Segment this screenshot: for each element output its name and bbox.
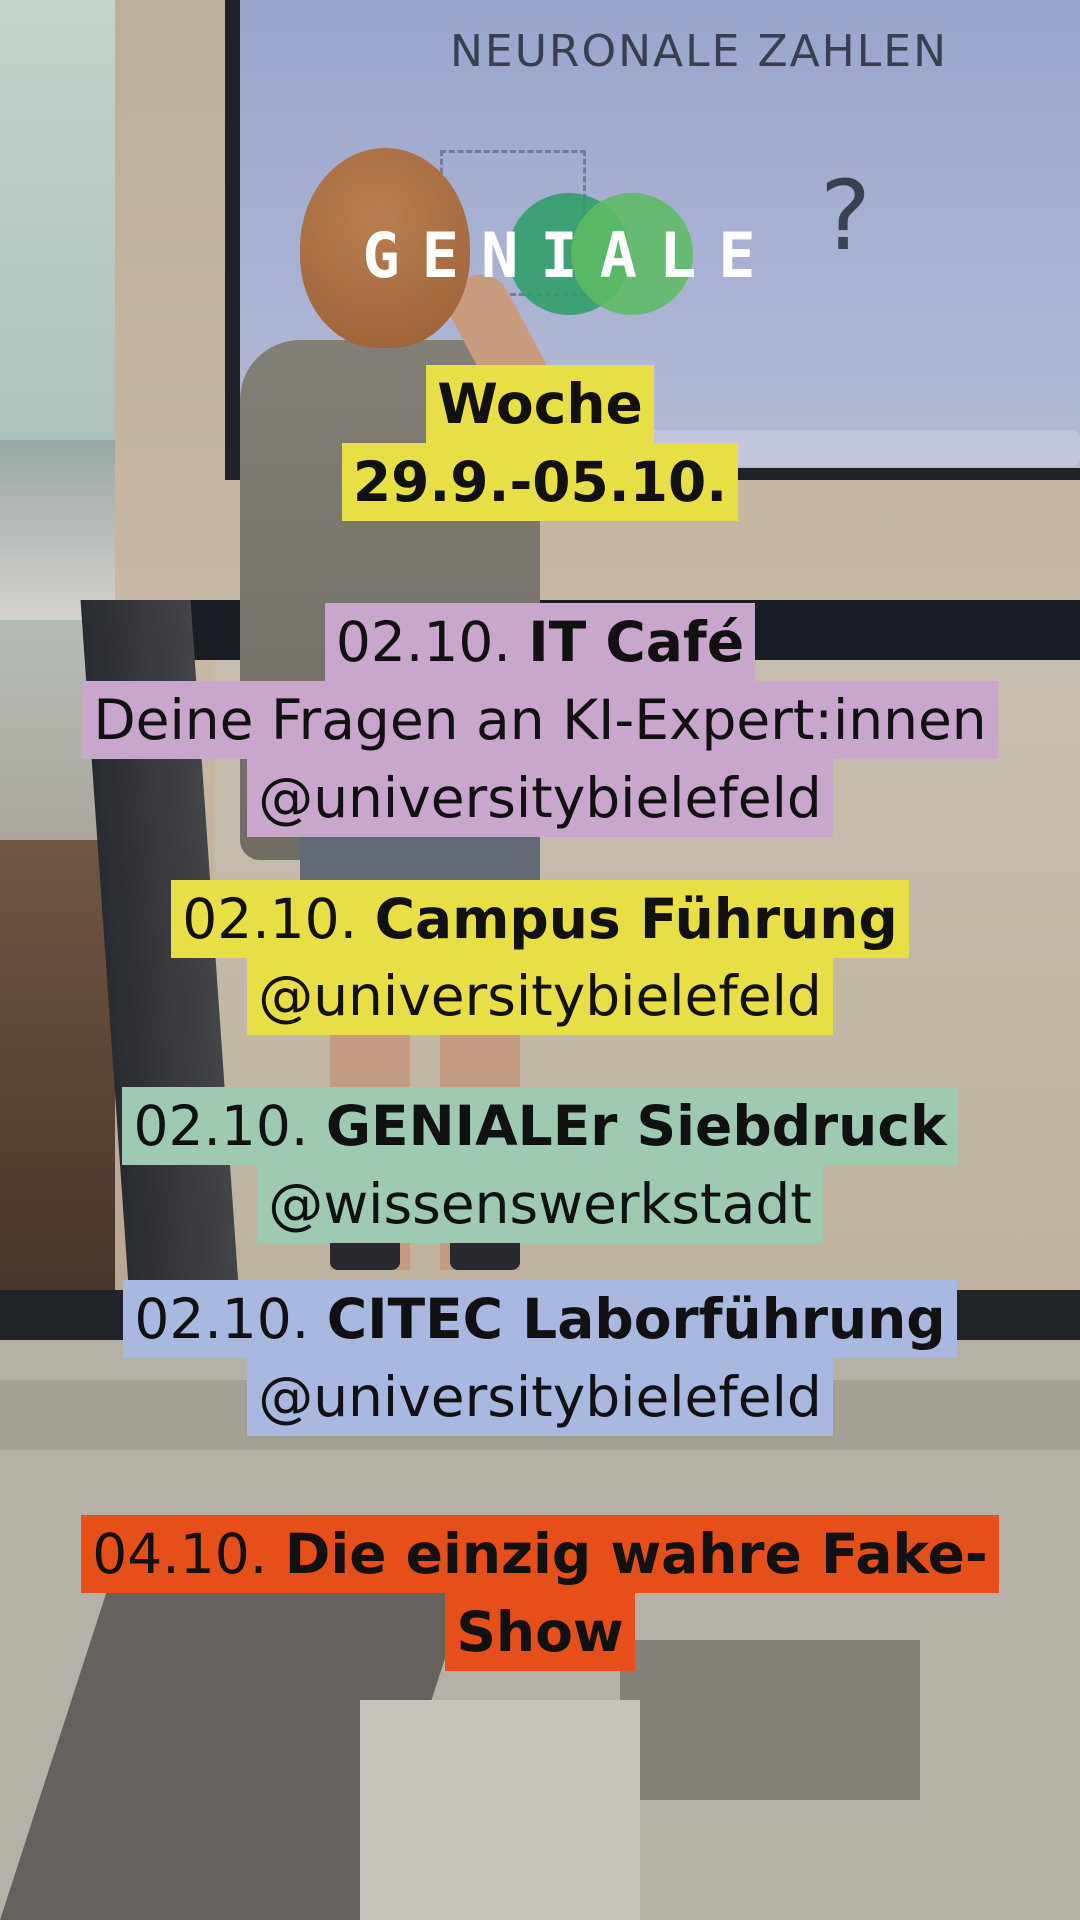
- event-4-heading: 02.10. CITEC Laborführung: [0, 1280, 1080, 1358]
- event-4-title-badge: 02.10. CITEC Laborführung: [123, 1280, 957, 1358]
- event-handle: @universitybielefeld: [247, 759, 833, 837]
- event-subtitle: Deine Fragen an KI-Expert:innen: [82, 681, 998, 759]
- event-date: 02.10.: [335, 610, 511, 674]
- event-title: Campus Führung: [374, 887, 898, 951]
- event-handle: @wissenswerkstadt: [257, 1165, 823, 1243]
- event-1-handle-line: @universitybielefeld: [0, 759, 1080, 837]
- week-label-line: Woche: [0, 365, 1080, 443]
- event-2-heading: 02.10. Campus Führung: [0, 880, 1080, 958]
- event-title: CITEC Laborführung: [326, 1287, 946, 1351]
- event-title-continued: Show: [445, 1593, 635, 1671]
- event-2-title-badge: 02.10. Campus Führung: [171, 880, 909, 958]
- event-5-heading: 04.10. Die einzig wahre Fake-: [0, 1515, 1080, 1593]
- event-title: Die einzig wahre Fake-: [284, 1522, 988, 1586]
- event-3-heading: 02.10. GENIALEr Siebdruck: [0, 1087, 1080, 1165]
- event-1-subtitle-line: Deine Fragen an KI-Expert:innen: [0, 681, 1080, 759]
- event-5-title-badge: 04.10. Die einzig wahre Fake-: [81, 1515, 999, 1593]
- event-2-handle-line: @universitybielefeld: [0, 957, 1080, 1035]
- week-range-line: 29.9.-05.10.: [0, 443, 1080, 521]
- event-5-title-line2: Show: [0, 1593, 1080, 1671]
- event-date: 02.10.: [182, 887, 358, 951]
- event-title: IT Café: [528, 610, 745, 674]
- event-handle: @universitybielefeld: [247, 1358, 833, 1436]
- event-4-handle-line: @universitybielefeld: [0, 1358, 1080, 1436]
- event-3-title-badge: 02.10. GENIALEr Siebdruck: [122, 1087, 958, 1165]
- week-label: Woche: [426, 365, 654, 443]
- logo-wordmark: GENIALE: [362, 219, 778, 292]
- event-date: 02.10.: [134, 1287, 310, 1351]
- geniale-logo: GENIALE: [0, 185, 1080, 325]
- event-1-heading: 02.10. IT Café: [0, 603, 1080, 681]
- event-1-title-badge: 02.10. IT Café: [324, 603, 756, 681]
- event-handle: @universitybielefeld: [247, 957, 833, 1035]
- event-date: 02.10.: [133, 1094, 309, 1158]
- event-title: GENIALEr Siebdruck: [325, 1094, 947, 1158]
- event-date: 04.10.: [92, 1522, 268, 1586]
- event-3-handle-line: @wissenswerkstadt: [0, 1165, 1080, 1243]
- week-range: 29.9.-05.10.: [341, 443, 739, 521]
